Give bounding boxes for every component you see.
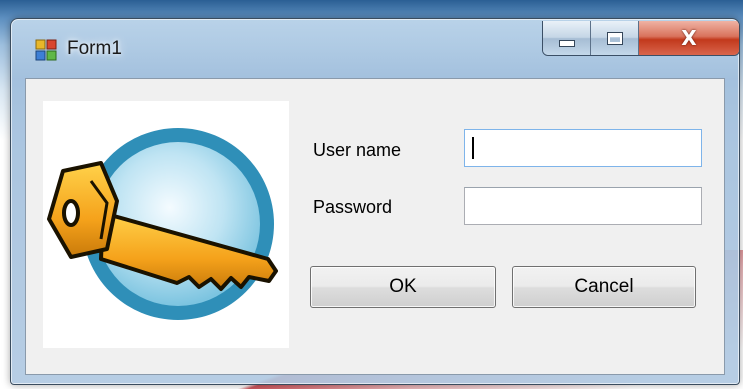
username-label: User name: [313, 140, 402, 160]
cancel-button[interactable]: Cancel: [512, 266, 696, 308]
maximize-button[interactable]: [591, 21, 639, 55]
password-input[interactable]: [464, 187, 702, 225]
form-window: Form1 X User name Password OK Cancel: [10, 18, 740, 385]
close-icon: X: [681, 26, 697, 50]
ok-button[interactable]: OK: [310, 266, 496, 308]
ok-button-label: OK: [389, 276, 417, 297]
form-client-area: User name Password OK Cancel: [25, 78, 725, 375]
minimize-icon: [558, 39, 575, 47]
maximize-icon: [606, 31, 623, 45]
password-label: Password: [313, 197, 393, 217]
key-picture-box: [43, 101, 289, 348]
minimize-button[interactable]: [543, 21, 591, 55]
username-input[interactable]: [464, 129, 702, 167]
caption-buttons: X: [542, 21, 739, 56]
window-title: Form1: [67, 38, 122, 59]
title-bar[interactable]: Form1 X: [11, 19, 739, 77]
form-app-icon: [35, 39, 57, 61]
key-icon: [47, 128, 278, 320]
text-caret: [472, 137, 474, 159]
cancel-button-label: Cancel: [574, 276, 634, 297]
close-button[interactable]: X: [639, 21, 739, 55]
